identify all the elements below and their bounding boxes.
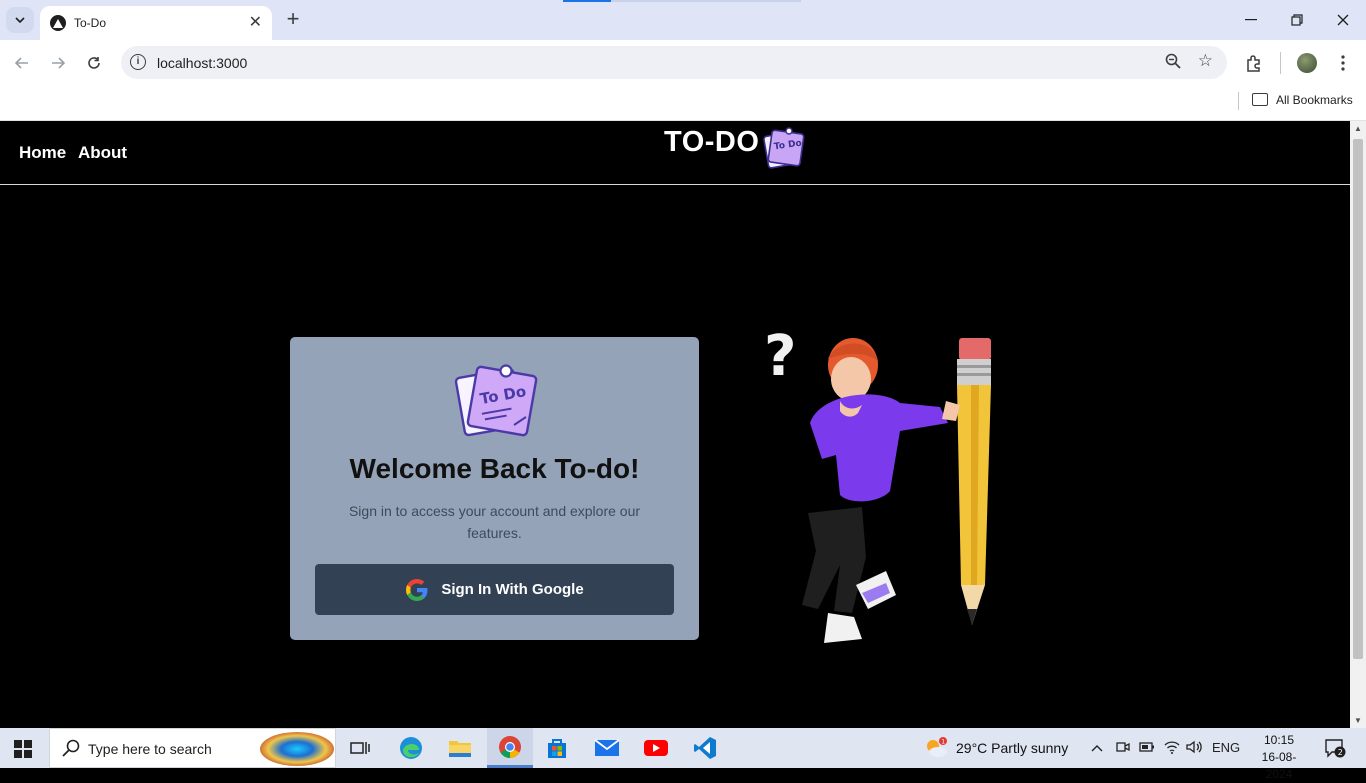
google-button-label: Sign In With Google: [441, 581, 584, 598]
profile-avatar[interactable]: [1297, 53, 1317, 73]
mail-app[interactable]: [584, 728, 630, 768]
reload-icon: [88, 57, 100, 69]
site-navbar: Home About TO-DO To Do: [0, 121, 1350, 185]
mail-icon: [594, 739, 620, 756]
youtube-app[interactable]: [633, 728, 679, 768]
forward-button[interactable]: [45, 50, 71, 76]
meet-now-icon[interactable]: [1116, 740, 1130, 757]
task-view-button[interactable]: [337, 728, 383, 768]
notification-count: 2: [1338, 748, 1343, 757]
windows-taskbar: Type here to search 1 29°C Partly sunny: [0, 728, 1366, 781]
address-bar[interactable]: i localhost:3000 ☆: [121, 46, 1227, 79]
taskbar-search-box[interactable]: Type here to search: [49, 728, 336, 768]
arrow-left-icon: [15, 57, 28, 69]
store-app[interactable]: [534, 728, 580, 768]
system-clock[interactable]: 10:15 16-08-2024: [1249, 732, 1309, 783]
thinking-person-pencil-illustration: ?: [764, 324, 991, 643]
weather-badge: 1: [941, 739, 945, 746]
new-tab-button[interactable]: +: [282, 8, 304, 32]
restore-icon: [1291, 14, 1303, 26]
search-icon: [62, 739, 80, 762]
back-button[interactable]: [9, 50, 35, 76]
question-mark-icon: ?: [764, 324, 796, 389]
tab-indicator-track: [611, 0, 801, 2]
todo-note-logo-icon: To Do: [763, 127, 805, 169]
folder-icon[interactable]: [1252, 93, 1268, 106]
scroll-down-arrow-icon[interactable]: ▼: [1354, 716, 1362, 725]
tab-strip: To-Do ✕ +: [0, 0, 1366, 40]
reload-button[interactable]: [81, 50, 107, 76]
google-signin-button[interactable]: Sign In With Google: [315, 564, 674, 615]
clock-date: 16-08-2024: [1261, 750, 1297, 781]
chrome-icon: [499, 735, 521, 758]
page-viewport: Home About TO-DO To Do To Do Welcome Bac…: [0, 121, 1350, 728]
vscode-app[interactable]: [682, 728, 728, 768]
task-view-icon: [350, 742, 370, 754]
edge-app[interactable]: [388, 728, 434, 768]
weather-text[interactable]: 29°C Partly sunny: [956, 740, 1068, 756]
google-g-icon: [406, 578, 428, 601]
file-explorer-app[interactable]: [437, 728, 483, 768]
url-text: localhost:3000: [157, 55, 248, 71]
partly-sunny-weather-icon[interactable]: 1: [924, 737, 948, 759]
bookmark-star-icon[interactable]: ☆: [1198, 51, 1213, 71]
battery-icon[interactable]: [1139, 740, 1155, 755]
todo-note-logo-icon: To Do: [454, 364, 538, 437]
folder-icon: [449, 741, 471, 757]
search-placeholder: Type here to search: [88, 741, 212, 757]
toolbar-divider: [1280, 52, 1281, 74]
brand-title: TO-DO: [664, 126, 760, 158]
login-card: To Do Welcome Back To-do! Sign in to acc…: [290, 337, 699, 640]
clock-time: 10:15: [1263, 733, 1295, 747]
person-figure: [802, 338, 960, 643]
close-icon: [1337, 14, 1349, 26]
vscode-icon: [694, 737, 716, 759]
chevron-down-icon: [15, 17, 25, 23]
search-highlight-image: [260, 732, 334, 766]
welcome-heading: Welcome Back To-do!: [349, 453, 640, 484]
scroll-up-arrow-icon[interactable]: ▲: [1354, 124, 1362, 133]
pencil-icon: [957, 338, 991, 625]
wifi-icon[interactable]: [1164, 740, 1180, 757]
volume-icon[interactable]: [1186, 740, 1202, 757]
nav-home-link[interactable]: Home: [19, 143, 66, 163]
store-icon: [548, 739, 566, 758]
tab-close-icon[interactable]: ✕: [249, 15, 262, 31]
tab-indicator: [563, 0, 611, 2]
restore-button[interactable]: [1274, 0, 1320, 40]
bookmarks-divider: [1238, 92, 1239, 110]
triangle-favicon-icon: [50, 15, 66, 31]
extensions-icon[interactable]: [1243, 52, 1265, 74]
arrow-right-icon: [52, 57, 65, 69]
browser-tab[interactable]: To-Do ✕: [40, 6, 272, 40]
close-window-button[interactable]: [1320, 0, 1366, 40]
youtube-icon: [644, 740, 668, 756]
notification-center-icon[interactable]: 2: [1324, 738, 1346, 758]
chrome-app[interactable]: [487, 728, 533, 768]
zoom-icon[interactable]: [1165, 53, 1181, 73]
site-info-icon[interactable]: i: [130, 54, 146, 70]
all-bookmarks-link[interactable]: All Bookmarks: [1276, 93, 1353, 107]
nav-about-link[interactable]: About: [78, 143, 127, 163]
minimize-icon: [1245, 19, 1257, 21]
welcome-subtitle: Sign in to access your account and explo…: [348, 503, 641, 541]
edge-icon: [400, 737, 422, 759]
minimize-button[interactable]: [1228, 0, 1274, 40]
tab-search-button[interactable]: [6, 7, 34, 33]
bookmarks-bar: [0, 86, 1366, 121]
kebab-menu-icon[interactable]: [1332, 52, 1354, 74]
page-scrollbar[interactable]: ▲ ▼: [1350, 121, 1366, 728]
windows-start-icon[interactable]: [14, 740, 32, 758]
chevron-up-icon[interactable]: [1091, 740, 1103, 755]
tab-title: To-Do: [74, 16, 107, 30]
language-indicator[interactable]: ENG: [1212, 740, 1240, 755]
scrollbar-thumb[interactable]: [1353, 139, 1363, 659]
